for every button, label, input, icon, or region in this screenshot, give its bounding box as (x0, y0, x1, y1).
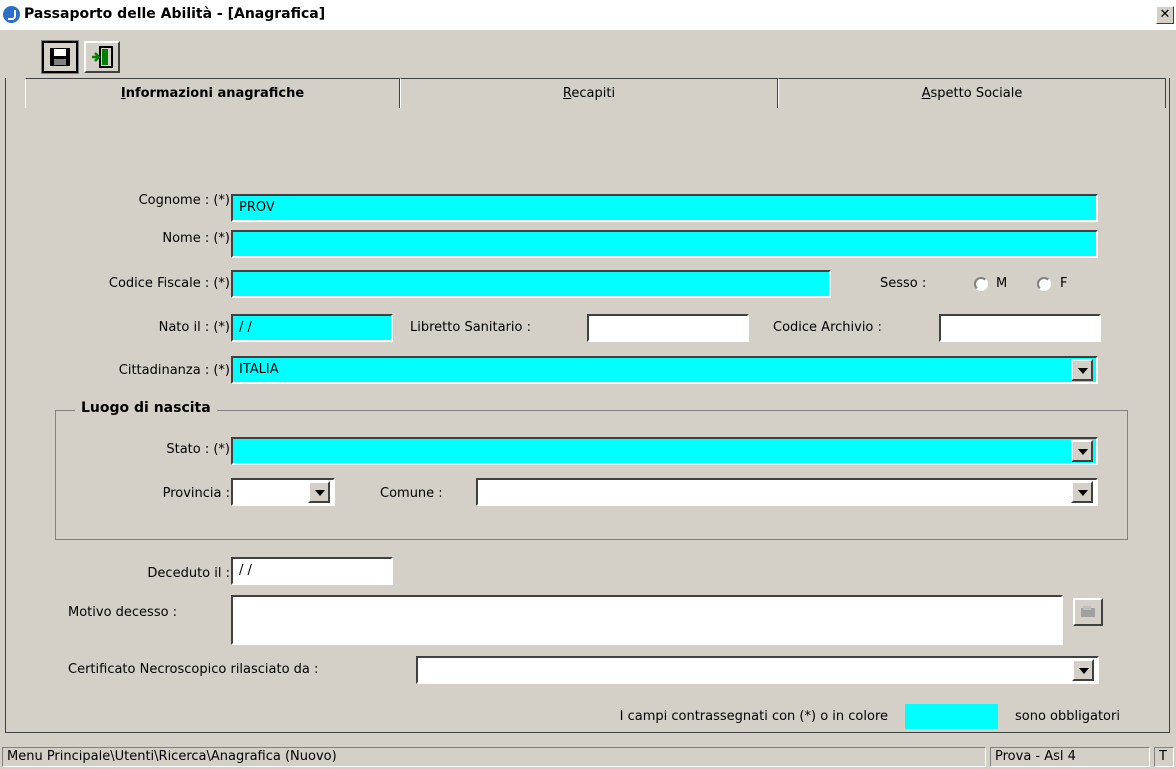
tab-aspetto-sociale[interactable]: Aspetto Sociale (778, 78, 1166, 108)
motivo-decesso-label: Motivo decesso : (68, 605, 178, 620)
tab-label: spetto Sociale (930, 86, 1023, 101)
status-extra: T (1154, 747, 1174, 767)
motivo-lookup-button[interactable] (1073, 598, 1103, 626)
exit-button[interactable] (84, 41, 120, 73)
tab-label: nformazioni anagrafiche (125, 86, 305, 101)
legend-text: I campi contrassegnati con (*) o in colo… (619, 709, 888, 724)
deceduto-il-label: Deceduto il : (147, 566, 230, 581)
close-icon: ✕ (1159, 7, 1171, 22)
motivo-decesso-field[interactable] (231, 595, 1063, 645)
stato-select[interactable] (231, 437, 1098, 465)
legend-text-end: sono obbligatori (1015, 709, 1120, 724)
cittadinanza-label: Cittadinanza : (*) (118, 363, 230, 378)
status-user: Prova - Asl 4 (990, 747, 1150, 767)
certificato-select[interactable] (416, 656, 1099, 684)
deceduto-il-field[interactable]: / / (231, 557, 393, 585)
codice-archivio-field[interactable] (939, 314, 1101, 342)
nato-il-field[interactable]: / / (231, 314, 393, 342)
stato-label: Stato : (*) (166, 442, 230, 457)
sesso-label: Sesso : (880, 276, 927, 291)
tab-informazioni-anagrafiche[interactable]: Informazioni anagrafiche (25, 78, 400, 108)
cittadinanza-dropdown-button[interactable] (1071, 359, 1093, 381)
tab-label: ecapiti (571, 86, 616, 101)
sesso-m-radio[interactable] (974, 277, 988, 291)
floppy-disk-icon (50, 48, 70, 66)
codice-fiscale-field[interactable] (231, 270, 831, 298)
sesso-m-label: M (996, 276, 1008, 291)
cognome-label: Cognome : (*) (138, 193, 230, 208)
codice-archivio-label: Codice Archivio : (773, 320, 882, 335)
comune-dropdown-button[interactable] (1071, 481, 1093, 503)
stato-dropdown-button[interactable] (1071, 440, 1093, 462)
lookup-icon (1081, 606, 1095, 617)
required-color-swatch (905, 704, 998, 729)
sesso-f-radio[interactable] (1037, 277, 1051, 291)
exit-door-icon (92, 46, 113, 68)
nome-field[interactable] (231, 230, 1098, 258)
comune-select[interactable] (476, 478, 1098, 506)
provincia-label: Provincia : (162, 486, 230, 501)
certificato-dropdown-button[interactable] (1072, 659, 1094, 681)
nome-label: Nome : (*) (162, 231, 230, 246)
tab-accelerator: A (921, 86, 931, 101)
comune-label: Comune : (380, 486, 443, 501)
codice-fiscale-label: Codice Fiscale : (*) (108, 276, 230, 291)
luogo-di-nascita-group (55, 410, 1128, 540)
tab-recapiti[interactable]: Recapiti (400, 78, 778, 108)
accessibility-app-icon (3, 6, 20, 23)
window-title: Passaporto delle Abilità - [Anagrafica] (24, 6, 326, 22)
libretto-sanitario-field[interactable] (587, 314, 749, 342)
cognome-field[interactable]: PROV (231, 194, 1098, 222)
nato-il-label: Nato il : (*) (158, 320, 230, 335)
luogo-di-nascita-title: Luogo di nascita (75, 400, 217, 416)
sesso-f-label: F (1060, 276, 1068, 291)
certificato-label: Certificato Necroscopico rilasciato da : (68, 662, 319, 677)
status-path: Menu Principale\Utenti\Ricerca\Anagrafic… (2, 747, 986, 767)
save-button[interactable] (41, 40, 79, 74)
title-bar: Passaporto delle Abilità - [Anagrafica] … (0, 0, 1176, 30)
close-button[interactable]: ✕ (1156, 6, 1174, 24)
provincia-dropdown-button[interactable] (308, 481, 330, 503)
cittadinanza-value: ITALIA (239, 362, 279, 377)
cittadinanza-select[interactable]: ITALIA (231, 356, 1098, 384)
libretto-sanitario-label: Libretto Sanitario : (410, 320, 531, 335)
